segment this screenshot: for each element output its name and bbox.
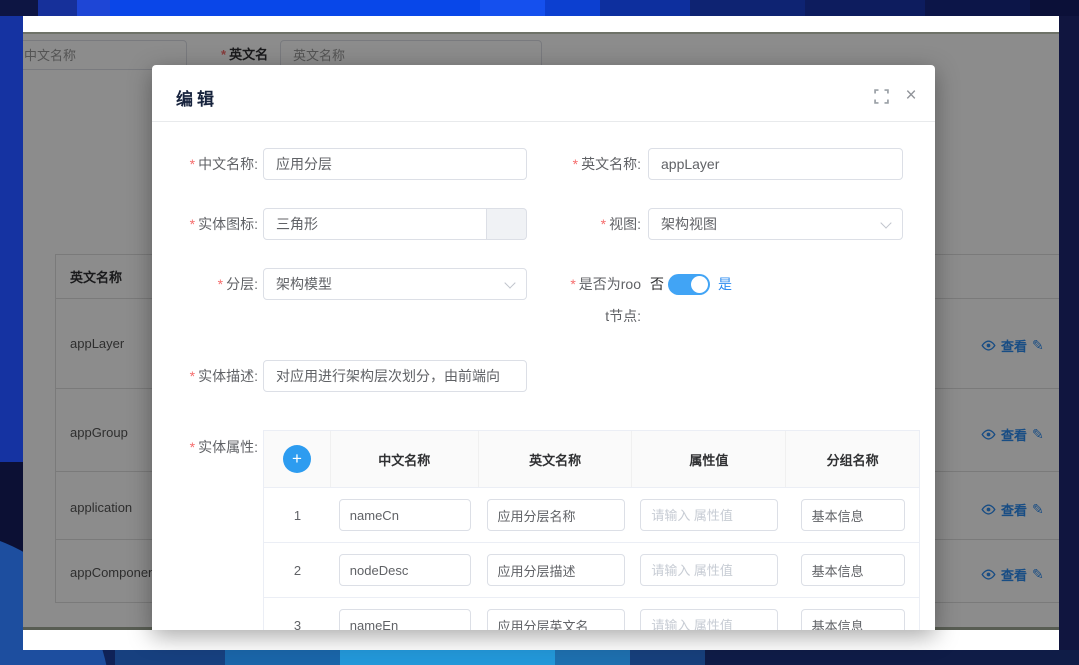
col-header-attr-value: 属性值 <box>632 431 786 487</box>
required-asterisk: * <box>190 216 195 232</box>
toggle-off-text: 否 <box>650 268 664 300</box>
dialog-header-divider <box>152 121 935 122</box>
col-header-group-name: 分组名称 <box>786 431 919 487</box>
name-en-label: *英文名称: <box>535 148 641 180</box>
attribute-table-header: + 中文名称 英文名称 属性值 分组名称 <box>264 431 919 488</box>
root-toggle[interactable] <box>668 274 710 295</box>
attribute-row: 1 <box>264 488 919 543</box>
desktop-accent-top <box>0 0 1079 16</box>
entity-desc-input[interactable] <box>263 360 527 392</box>
layer-label: *分层: <box>152 268 258 300</box>
attr-group-input[interactable] <box>801 609 905 630</box>
entity-desc-label: *实体描述: <box>152 360 258 392</box>
attr-name-cn-input[interactable] <box>339 609 471 630</box>
edit-dialog: 编辑 × *中文名称: *英文名称: *实体图标: *视图 <box>152 65 935 630</box>
attribute-row: 2 <box>264 543 919 598</box>
required-asterisk: * <box>190 156 195 172</box>
dialog-title: 编辑 <box>176 85 218 110</box>
row-index: 3 <box>264 598 331 630</box>
attr-group-input[interactable] <box>801 499 905 531</box>
row-index: 1 <box>264 488 331 542</box>
attribute-table: + 中文名称 英文名称 属性值 分组名称 1 2 <box>263 430 920 630</box>
entity-attrs-label: *实体属性: <box>152 431 258 463</box>
required-asterisk: * <box>190 439 195 455</box>
attribute-row: 3 <box>264 598 919 630</box>
view-label: *视图: <box>535 208 641 240</box>
row-index: 2 <box>264 543 331 597</box>
required-asterisk: * <box>190 368 195 384</box>
attr-name-en-input[interactable] <box>487 499 625 531</box>
attr-name-cn-input[interactable] <box>339 499 471 531</box>
is-root-label-line1: *是否为roo <box>535 268 641 300</box>
name-cn-input[interactable] <box>263 148 527 180</box>
attr-value-input[interactable] <box>640 499 778 531</box>
desktop-accent-bottom <box>0 650 1079 665</box>
view-select[interactable] <box>648 208 903 240</box>
name-en-input[interactable] <box>648 148 903 180</box>
attr-value-input[interactable] <box>640 554 778 586</box>
layer-select[interactable] <box>263 268 527 300</box>
required-asterisk: * <box>218 276 223 292</box>
close-icon[interactable]: × <box>900 83 922 109</box>
attr-name-en-input[interactable] <box>487 554 625 586</box>
toggle-knob <box>691 276 708 293</box>
attr-name-cn-input[interactable] <box>339 554 471 586</box>
fullscreen-icon[interactable] <box>872 89 890 107</box>
col-header-name-cn: 中文名称 <box>331 431 479 487</box>
attr-name-en-input[interactable] <box>487 609 625 630</box>
required-asterisk: * <box>573 156 578 172</box>
desktop-accent-right <box>1059 16 1079 650</box>
entity-icon-preview[interactable] <box>487 208 527 240</box>
col-header-name-en: 英文名称 <box>479 431 633 487</box>
app-window: *英文名 英文名称 appLayer appGroup application … <box>23 16 1059 650</box>
attr-group-input[interactable] <box>801 554 905 586</box>
attr-value-input[interactable] <box>640 609 778 630</box>
is-root-label-line2: t节点: <box>535 300 641 332</box>
required-asterisk: * <box>601 216 606 232</box>
toggle-on-text: 是 <box>718 268 732 300</box>
add-attribute-button[interactable]: + <box>283 445 311 473</box>
entity-icon-input[interactable] <box>263 208 487 240</box>
entity-icon-label: *实体图标: <box>152 208 258 240</box>
name-cn-label: *中文名称: <box>152 148 258 180</box>
required-asterisk: * <box>570 276 575 292</box>
